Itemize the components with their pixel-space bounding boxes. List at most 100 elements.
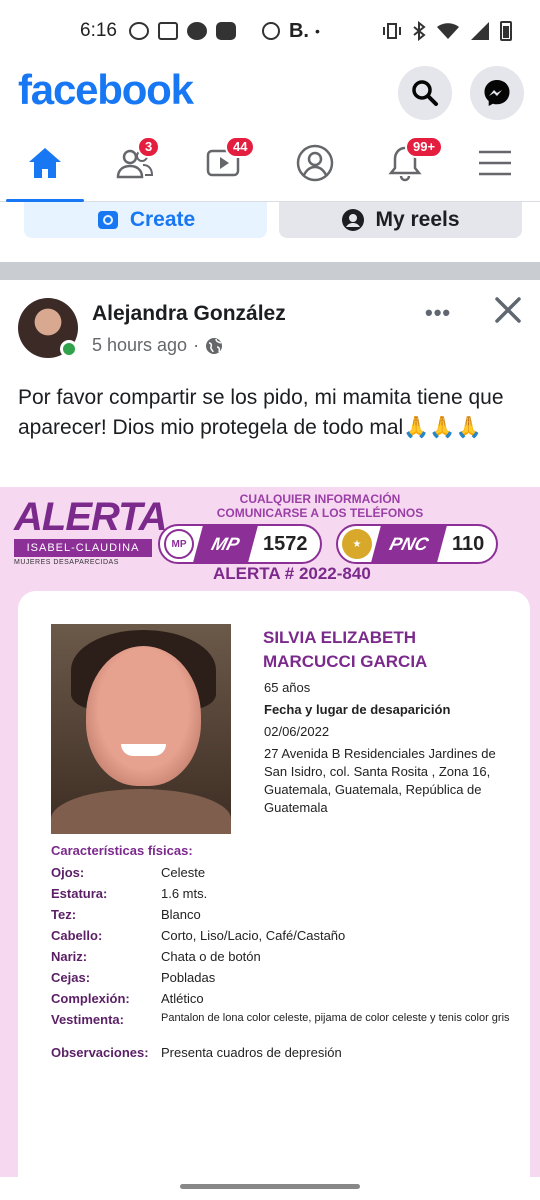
- characteristic-key: Ojos:: [51, 865, 85, 880]
- characteristic-key: Tez:: [51, 907, 77, 922]
- facebook-icon: [186, 22, 207, 40]
- characteristic-key: Cejas:: [51, 970, 91, 985]
- video-badge: 44: [225, 136, 256, 158]
- more-options-button[interactable]: •••: [425, 300, 451, 326]
- online-status-dot: [60, 340, 78, 358]
- characteristic-value: Presenta cuadros de depresión: [161, 1045, 342, 1060]
- post-text: Por favor compartir se los pido, mi mami…: [18, 386, 504, 439]
- characteristic-key: Cabello:: [51, 928, 103, 943]
- post-author[interactable]: Alejandra González: [92, 302, 286, 326]
- person-name: SILVIA ELIZABETH MARCUCCI GARCIA: [263, 626, 513, 674]
- post-time[interactable]: 5 hours ago: [92, 335, 187, 356]
- characteristic-row: Ojos: Celeste: [51, 865, 521, 880]
- alerta-logo: ALERTA ISABEL-CLAUDINA MUJERES DESAPAREC…: [14, 495, 168, 566]
- whatsapp-icon: [128, 22, 149, 40]
- characteristic-key: Vestimenta:: [51, 1012, 124, 1027]
- nav-friends[interactable]: 3: [105, 136, 165, 188]
- alert-number: ALERTA # 2022-840: [213, 564, 371, 583]
- post-header: Alejandra González 5 hours ago · •••: [0, 280, 540, 370]
- missing-person-photo: [51, 624, 231, 834]
- mp-phone: MP MP 1572: [158, 524, 322, 564]
- close-post-button[interactable]: [494, 294, 522, 333]
- gesture-home-bar[interactable]: [180, 1184, 360, 1189]
- disappearance-address: 27 Avenida B Residenciales Jardines de S…: [264, 746, 496, 815]
- feed-divider: [0, 262, 540, 280]
- notifications-badge: 99+: [405, 136, 444, 158]
- globe-icon: [206, 337, 223, 354]
- characteristic-value: Chata o de botón: [161, 949, 261, 964]
- alerta-logo-word: ALERTA: [14, 495, 168, 539]
- youtube-icon: [215, 22, 236, 40]
- wifi-icon: [437, 23, 459, 39]
- status-bar: 6:16 B. •: [0, 0, 540, 62]
- pnc-number: 110: [452, 532, 485, 555]
- date-place-label: Fecha y lugar de desaparición: [264, 702, 451, 717]
- messenger-icon: [484, 80, 510, 106]
- hamburger-menu-icon: [479, 150, 511, 176]
- nav-menu[interactable]: [465, 138, 525, 188]
- characteristic-value: Atlético: [161, 991, 204, 1006]
- nav-home[interactable]: [15, 138, 75, 188]
- mp-label: MP: [193, 526, 258, 562]
- characteristic-value: Corto, Liso/Lacio, Café/Castaño: [161, 928, 346, 943]
- characteristics-title: Características físicas:: [51, 843, 193, 858]
- characteristic-value: Pantalon de lona color celeste, pijama d…: [161, 1012, 510, 1024]
- user-circle-icon: [342, 209, 365, 231]
- photo-shoulders: [51, 789, 231, 834]
- alerta-logo-sub: ISABEL-CLAUDINA: [14, 539, 152, 557]
- characteristic-row: Estatura: 1.6 mts.: [51, 886, 521, 901]
- vibrate-icon: [383, 23, 401, 39]
- friends-badge: 3: [137, 136, 161, 158]
- my-reels-label: My reels: [375, 208, 460, 231]
- search-icon: [412, 80, 438, 106]
- info-line-1: CUALQUIER INFORMACIÓN: [239, 492, 401, 506]
- create-label: Create: [129, 208, 196, 231]
- mp-seal-icon: MP: [164, 529, 194, 559]
- photo-face: [86, 646, 201, 786]
- messenger-button[interactable]: [470, 66, 524, 120]
- characteristic-row: Tez: Blanco: [51, 907, 521, 922]
- pnc-seal-icon: ★: [342, 529, 372, 559]
- contact-info-text: CUALQUIER INFORMACIÓN COMUNICARSE A LOS …: [210, 492, 430, 520]
- meta-separator: ·: [193, 335, 200, 355]
- characteristic-key: Observaciones:: [51, 1045, 149, 1060]
- characteristic-value: 1.6 mts.: [161, 886, 208, 901]
- characteristic-row: Cejas: Pobladas: [51, 970, 521, 985]
- status-b-label: B.: [288, 19, 309, 42]
- signal-icon: [471, 22, 489, 40]
- alarm-icon: [261, 22, 280, 40]
- nav-bar: 3 44 99+: [0, 124, 540, 202]
- person-age: 65 años: [264, 680, 311, 695]
- characteristic-row: Cabello: Corto, Liso/Lacio, Café/Castaño: [51, 928, 521, 943]
- search-button[interactable]: [398, 66, 452, 120]
- missing-person-card: SILVIA ELIZABETH MARCUCCI GARCIA 65 años…: [18, 591, 530, 1177]
- characteristic-row: Complexión: Atlético: [51, 991, 521, 1006]
- my-reels-button[interactable]: My reels: [279, 202, 522, 238]
- characteristic-key: Nariz:: [51, 949, 88, 964]
- photo-smile: [121, 744, 166, 756]
- post-meta: 5 hours ago ·: [92, 335, 223, 356]
- characteristic-value: Celeste: [161, 865, 206, 880]
- status-time: 6:16: [80, 20, 117, 41]
- news-icon: [157, 22, 178, 40]
- characteristic-value: Pobladas: [161, 970, 216, 985]
- app-header: facebook: [0, 62, 540, 124]
- nav-notifications[interactable]: 99+: [375, 136, 444, 188]
- characteristic-row: Vestimenta: Pantalon de lona color celest…: [51, 1012, 521, 1027]
- post-image[interactable]: ALERTA ISABEL-CLAUDINA MUJERES DESAPAREC…: [0, 487, 540, 1177]
- person-name-line-1: SILVIA ELIZABETH: [263, 628, 416, 647]
- camera-icon: [97, 211, 118, 229]
- facebook-logo[interactable]: facebook: [18, 66, 194, 114]
- create-button[interactable]: Create: [24, 202, 267, 238]
- characteristic-row: Nariz: Chata o de botón: [51, 949, 521, 964]
- pnc-label: PNC: [371, 526, 447, 562]
- dot-separator-icon: •: [314, 23, 320, 39]
- pnc-phone: ★ PNC 110: [336, 524, 499, 564]
- characteristic-key: Complexión:: [51, 991, 130, 1006]
- characteristic-value: Blanco: [161, 907, 201, 922]
- nav-profile[interactable]: [285, 138, 345, 188]
- alerta-logo-sub2: MUJERES DESAPARECIDAS: [14, 559, 119, 566]
- mp-number: 1572: [263, 532, 308, 555]
- profile-icon: [296, 144, 334, 182]
- nav-video[interactable]: 44: [195, 136, 256, 188]
